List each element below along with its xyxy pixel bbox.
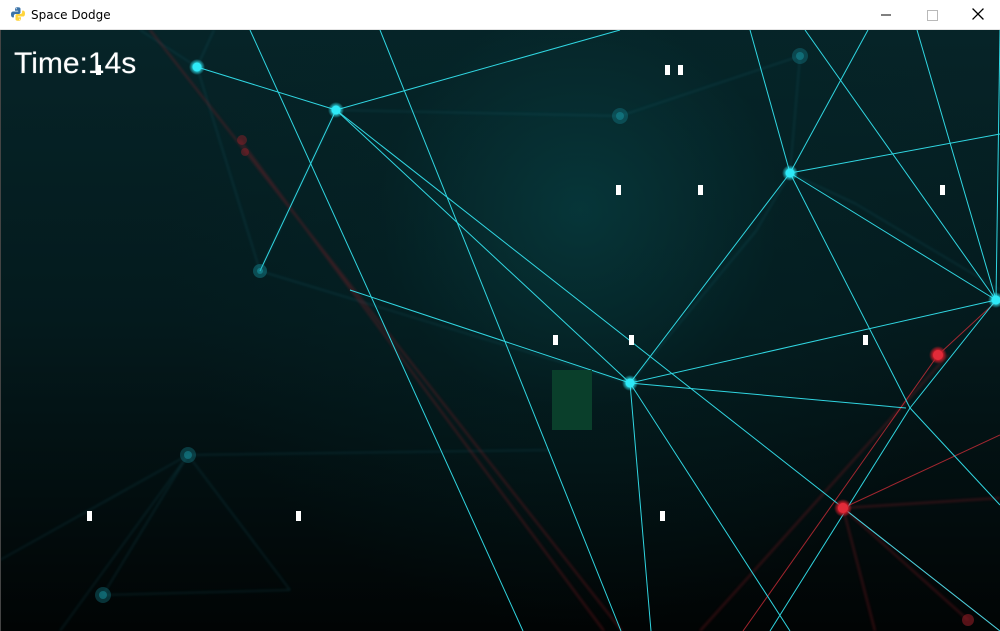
projectile — [678, 65, 683, 75]
window-edge — [0, 30, 1, 631]
minimize-icon — [881, 14, 891, 16]
window-title: Space Dodge — [31, 8, 111, 22]
projectile — [660, 511, 665, 521]
python-icon — [10, 6, 26, 22]
close-icon — [972, 8, 984, 20]
projectile — [87, 511, 92, 521]
timer-label: Time:14s — [14, 47, 137, 80]
projectile — [940, 185, 945, 195]
close-button[interactable] — [954, 0, 1000, 30]
projectile — [665, 65, 670, 75]
title-bar: Space Dodge — [0, 0, 1000, 30]
projectile — [296, 511, 301, 521]
projectile — [96, 65, 101, 75]
minimize-button[interactable] — [862, 0, 908, 30]
projectile — [698, 185, 703, 195]
projectile — [629, 335, 634, 345]
maximize-button[interactable] — [908, 0, 954, 30]
game-canvas[interactable]: Time:14s — [0, 30, 1000, 631]
maximize-icon — [927, 10, 938, 21]
player-ship — [552, 370, 592, 430]
space-dodge-window: Space Dodge Time:14s — [0, 0, 1000, 631]
projectile — [553, 335, 558, 345]
projectile — [616, 185, 621, 195]
projectile — [863, 335, 868, 345]
background-network — [0, 30, 1000, 631]
